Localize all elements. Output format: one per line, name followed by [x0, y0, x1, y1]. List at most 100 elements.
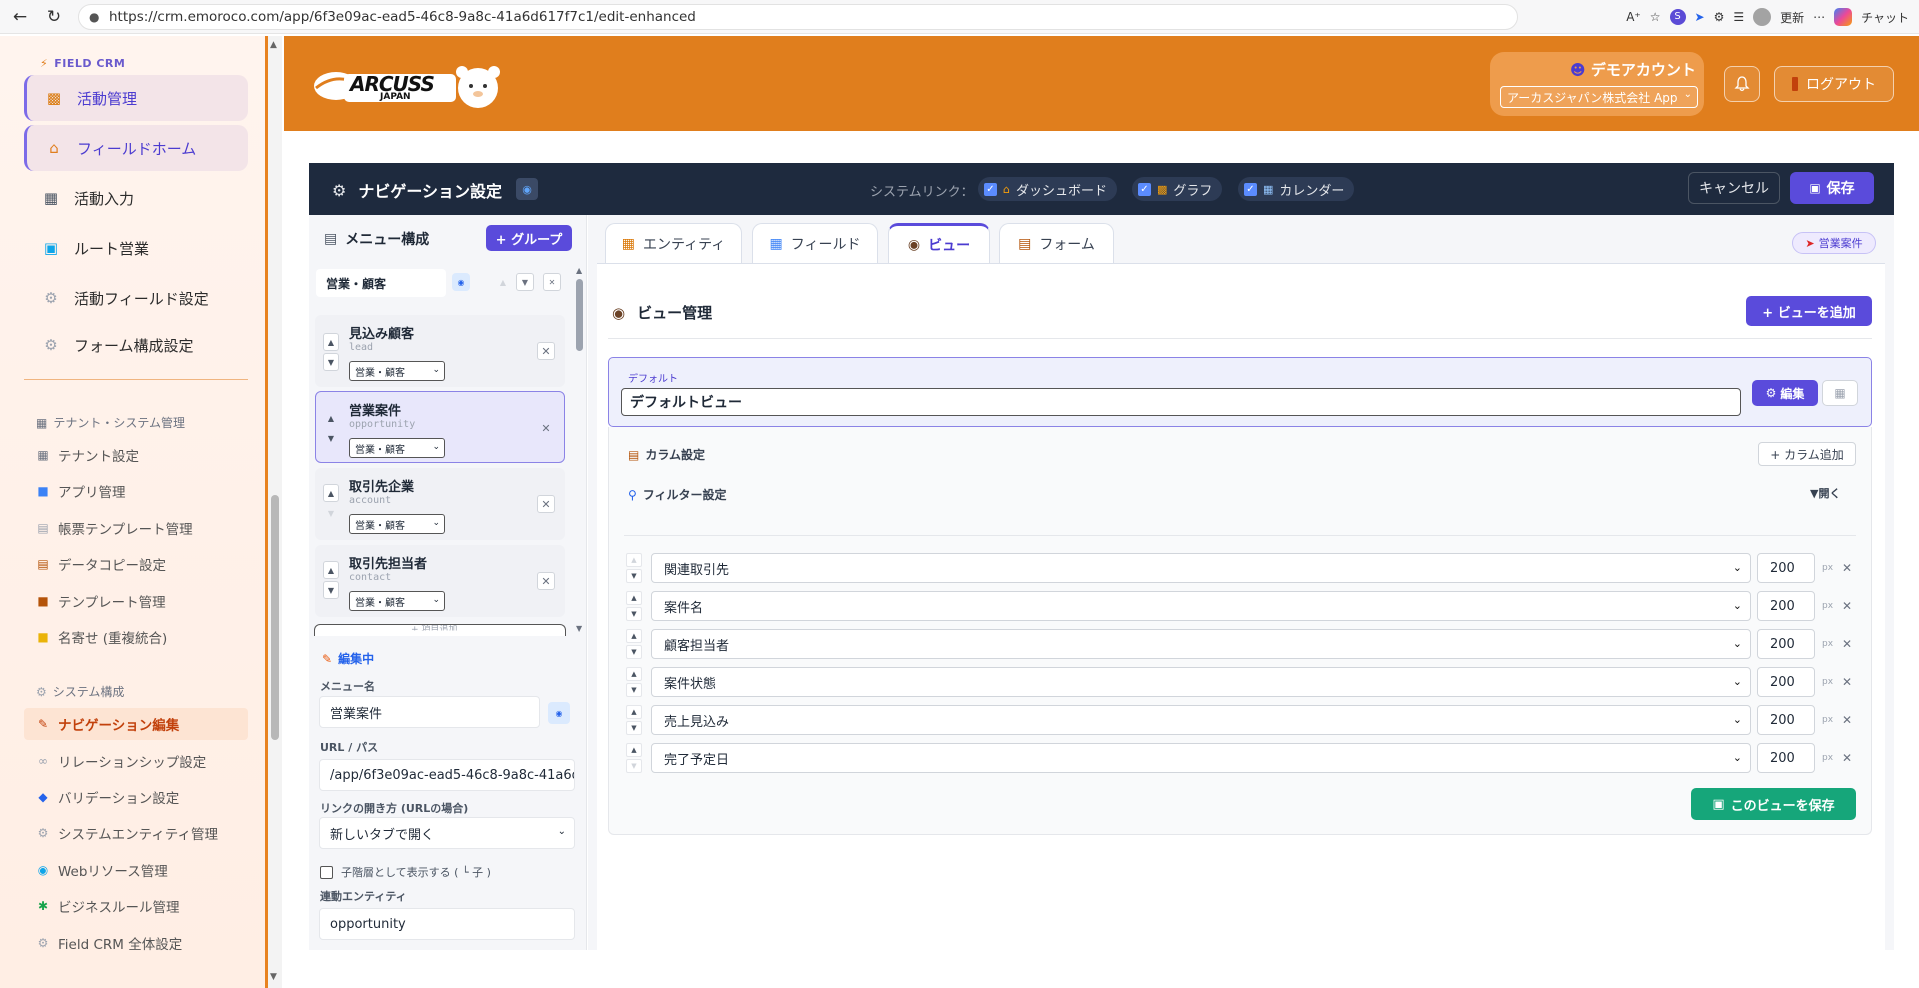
remove-column-icon[interactable]: ✕ [1842, 561, 1852, 575]
menu-item-opportunity[interactable]: ▲ ▼ 営業案件 opportunity 営業・顧客 ⌄ ✕ [315, 391, 565, 463]
delete-item-icon[interactable]: ✕ [537, 495, 555, 513]
more-menu-icon[interactable]: ⋯ [1813, 10, 1825, 24]
move-down-icon[interactable]: ▼ [626, 683, 642, 697]
column-field-select[interactable]: 案件状態 ⌄ [651, 667, 1751, 697]
column-field-select[interactable]: 関連取引先 ⌄ [651, 553, 1751, 583]
column-reorder[interactable]: ▲ ▼ [626, 705, 642, 735]
delete-item-icon[interactable]: ✕ [537, 419, 555, 437]
add-item-button[interactable]: + 項目追加 [314, 624, 566, 636]
sidebar-item-data-copy-settings[interactable]: ▤ データコピー設定 [24, 548, 248, 580]
linked-entity-field[interactable]: opportunity [319, 908, 575, 940]
move-up-icon[interactable]: ▲ [494, 273, 512, 291]
column-width-input[interactable]: 200 [1757, 629, 1815, 659]
move-up-icon[interactable]: ▲ [323, 409, 339, 427]
tab-view[interactable]: ◉ ビュー [888, 223, 990, 263]
globe-icon[interactable]: ◉ [548, 702, 570, 724]
group-select[interactable]: 営業・顧客 ⌄ [349, 591, 445, 611]
move-up-icon[interactable]: ▲ [323, 484, 339, 502]
company-select[interactable]: アーカスジャパン株式会社 App ⌄ [1500, 86, 1698, 108]
column-width-input[interactable]: 200 [1757, 591, 1815, 621]
delete-view-button[interactable]: ▦ [1822, 380, 1858, 406]
sidebar-scroll-down-icon[interactable]: ▼ [270, 972, 277, 982]
add-group-button[interactable]: + グループ [486, 225, 572, 251]
sidebar-item-template-management[interactable]: ■ テンプレート管理 [24, 585, 248, 617]
column-reorder[interactable]: ▲ ▼ [626, 629, 642, 659]
group-select[interactable]: 営業・顧客 ⌄ [349, 361, 445, 381]
chat-button[interactable]: チャット [1861, 9, 1909, 26]
collections-icon[interactable]: ☰ [1733, 10, 1744, 24]
view-name-field[interactable]: デフォルトビュー [621, 388, 1741, 416]
read-aloud-icon[interactable]: A⁺ [1626, 10, 1641, 24]
column-field-select[interactable]: 顧客担当者 ⌄ [651, 629, 1751, 659]
move-down-icon[interactable]: ▼ [626, 569, 642, 583]
column-field-select[interactable]: 完了予定日 ⌄ [651, 743, 1751, 773]
open-filter-toggle[interactable]: ▼開く [1810, 485, 1840, 501]
column-reorder[interactable]: ▲ ▼ [626, 743, 642, 773]
add-column-button[interactable]: + カラム追加 [1758, 442, 1856, 466]
sidebar-item-business-rules[interactable]: ✱ ビジネスルール管理 [24, 890, 248, 922]
notification-button[interactable] [1724, 66, 1760, 102]
delete-item-icon[interactable]: ✕ [537, 342, 555, 360]
column-reorder[interactable]: ▲ ▼ [626, 667, 642, 697]
delete-item-icon[interactable]: ✕ [537, 572, 555, 590]
favorite-star-icon[interactable]: ☆ [1650, 10, 1661, 24]
sidebar-item-activity-field-settings[interactable]: ⚙ 活動フィールド設定 [24, 275, 248, 321]
globe-icon[interactable]: ◉ [452, 273, 470, 291]
extensions-puzzle-icon[interactable]: ⚙ [1714, 10, 1725, 24]
remove-column-icon[interactable]: ✕ [1842, 675, 1852, 689]
sidebar-item-route-sales[interactable]: ▣ ルート営業 [24, 225, 248, 271]
open-mode-select[interactable]: 新しいタブで開く ⌄ [319, 817, 575, 849]
menu-item-account[interactable]: ▲ ▼ 取引先企業 account 営業・顧客 ⌄ ✕ [315, 468, 565, 540]
edit-view-button[interactable]: ⚙ 編集 [1752, 380, 1818, 406]
column-width-input[interactable]: 200 [1757, 667, 1815, 697]
sidebar-item-form-config-settings[interactable]: ⚙ フォーム構成設定 [24, 322, 248, 368]
sidebar-item-web-resources[interactable]: ◉ Webリソース管理 [24, 854, 248, 886]
scroll-down-icon[interactable]: ▼ [576, 624, 582, 633]
globe-icon[interactable]: ◉ [516, 178, 538, 200]
column-field-select[interactable]: 売上見込み ⌄ [651, 705, 1751, 735]
tab-form[interactable]: ▤ フォーム [999, 223, 1114, 263]
sidebar-scroll-thumb[interactable] [271, 495, 279, 740]
address-bar[interactable]: ● https://crm.emoroco.com/app/6f3e09ac-e… [78, 4, 1518, 30]
save-view-button[interactable]: ▣ このビューを保存 [1691, 788, 1856, 820]
logout-button[interactable]: ログアウト [1774, 66, 1894, 102]
column-reorder[interactable]: ▲ ▼ [626, 553, 642, 583]
tab-entity[interactable]: ▦ エンティティ [605, 223, 742, 263]
sidebar-item-activity-management[interactable]: ▩ 活動管理 [24, 75, 248, 121]
move-down-icon[interactable]: ▼ [626, 645, 642, 659]
save-button[interactable]: ▣ 保存 [1790, 172, 1874, 204]
scroll-up-icon[interactable]: ▲ [576, 266, 582, 275]
sidebar-item-app-management[interactable]: ■ アプリ管理 [24, 475, 248, 507]
reload-icon[interactable]: ↻ [42, 5, 66, 29]
move-down-icon[interactable]: ▼ [323, 353, 339, 371]
sidebar-item-system-entity[interactable]: ⚙ システムエンティティ管理 [24, 817, 248, 849]
chip-calendar[interactable]: ✓ ▦ カレンダー [1238, 177, 1355, 201]
move-up-icon[interactable]: ▲ [626, 743, 642, 757]
sidebar-scroll-up-icon[interactable]: ▲ [270, 40, 277, 50]
move-up-icon[interactable]: ▲ [626, 705, 642, 719]
url-field[interactable]: /app/6f3e09ac-ead5-46c8-9a8c-41a6d61 [319, 759, 575, 791]
move-down-icon[interactable]: ▼ [516, 273, 534, 291]
profile-avatar-icon[interactable] [1753, 8, 1772, 26]
sidebar-item-navigation-edit[interactable]: ✎ ナビゲーション編集 [24, 708, 248, 740]
cancel-button[interactable]: キャンセル [1688, 172, 1780, 204]
delete-group-icon[interactable]: ✕ [543, 273, 561, 291]
move-up-icon[interactable]: ▲ [626, 591, 642, 605]
extension-s-icon[interactable]: S [1669, 9, 1686, 25]
menu-item-lead[interactable]: ▲ ▼ 見込み顧客 lead 営業・顧客 ⌄ ✕ [315, 315, 565, 387]
add-view-button[interactable]: + ビューを追加 [1746, 296, 1872, 326]
checkbox-checked-icon[interactable]: ✓ [984, 182, 997, 196]
move-down-icon[interactable]: ▼ [323, 581, 339, 599]
remove-column-icon[interactable]: ✕ [1842, 637, 1852, 651]
extension-arrow-icon[interactable]: ➤ [1695, 10, 1705, 24]
remove-column-icon[interactable]: ✕ [1842, 713, 1852, 727]
remove-column-icon[interactable]: ✕ [1842, 599, 1852, 613]
tab-field[interactable]: ▦ フィールド [752, 223, 878, 263]
column-width-input[interactable]: 200 [1757, 553, 1815, 583]
sidebar-item-relationship-settings[interactable]: ∞ リレーションシップ設定 [24, 745, 248, 777]
sidebar-item-validation-settings[interactable]: ◆ バリデーション設定 [24, 781, 248, 813]
child-level-checkbox[interactable] [320, 865, 333, 879]
chip-dashboard[interactable]: ✓ ⌂ ダッシュボード [978, 177, 1117, 201]
move-down-icon[interactable]: ▼ [323, 429, 339, 447]
sidebar-item-report-templates[interactable]: ▤ 帳票テンプレート管理 [24, 512, 248, 544]
